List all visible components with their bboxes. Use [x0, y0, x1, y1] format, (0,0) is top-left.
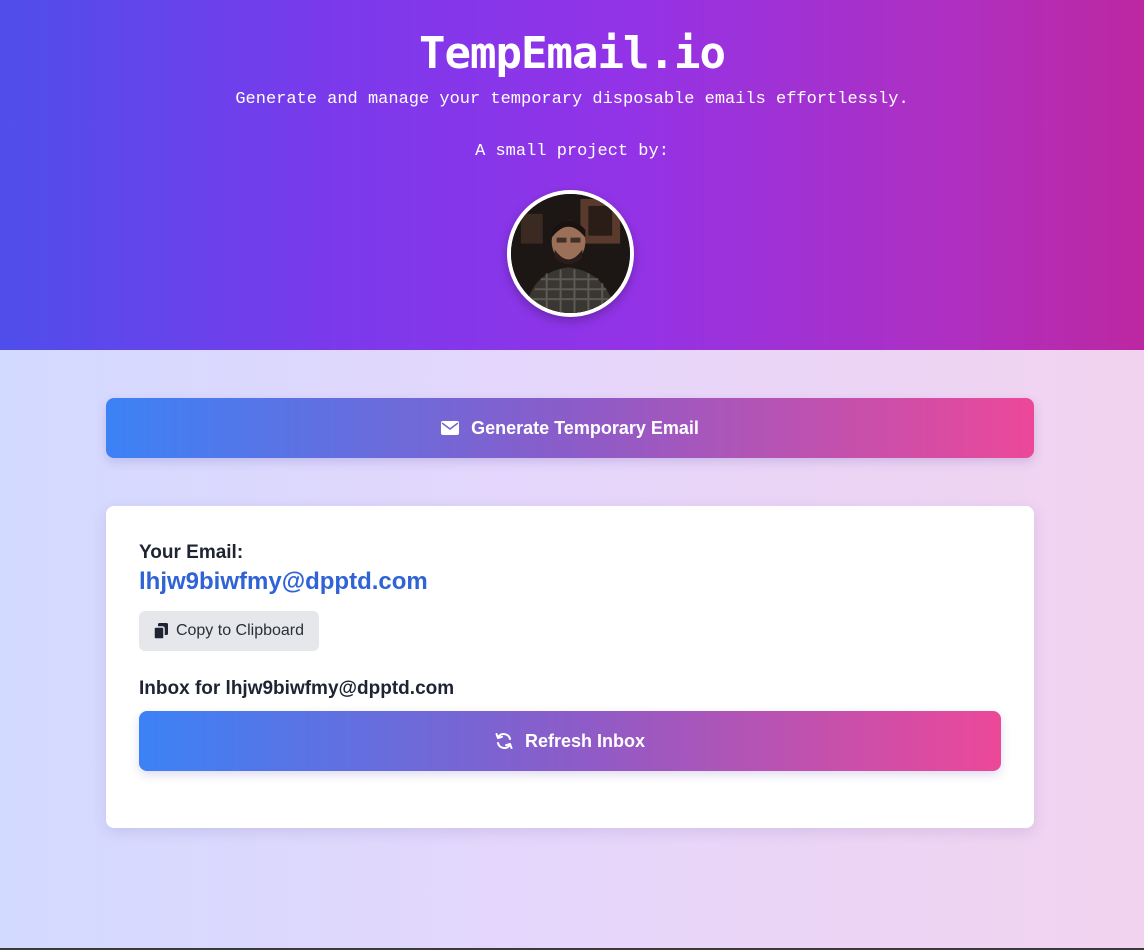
generate-email-label: Generate Temporary Email — [471, 417, 699, 438]
site-title: TempEmail.io — [419, 28, 726, 79]
author-avatar[interactable] — [507, 190, 634, 317]
inbox-heading: Inbox for lhjw9biwfmy@dpptd.com — [139, 678, 455, 699]
email-address[interactable]: lhjw9biwfmy@dpptd.com — [139, 568, 428, 596]
envelope-icon — [441, 421, 460, 435]
author-avatar-photo — [511, 194, 630, 313]
copy-icon — [153, 623, 168, 639]
author-byline: A small project by: — [475, 142, 669, 161]
refresh-icon — [495, 733, 513, 749]
copy-to-clipboard-button[interactable]: Copy to Clipboard — [139, 611, 319, 651]
copy-label: Copy to Clipboard — [175, 622, 305, 639]
generate-email-button[interactable]: Generate Temporary Email — [106, 398, 1034, 458]
refresh-inbox-button[interactable]: Refresh Inbox — [139, 711, 1001, 771]
site-subtitle: Generate and manage your temporary dispo… — [235, 90, 909, 109]
hero-header: TempEmail.io Generate and manage your te… — [0, 0, 1144, 350]
your-email-label: Your Email: — [139, 542, 244, 563]
email-card: Your Email: lhjw9biwfmy@dpptd.com Copy t… — [106, 506, 1034, 828]
refresh-inbox-label: Refresh Inbox — [524, 730, 646, 751]
